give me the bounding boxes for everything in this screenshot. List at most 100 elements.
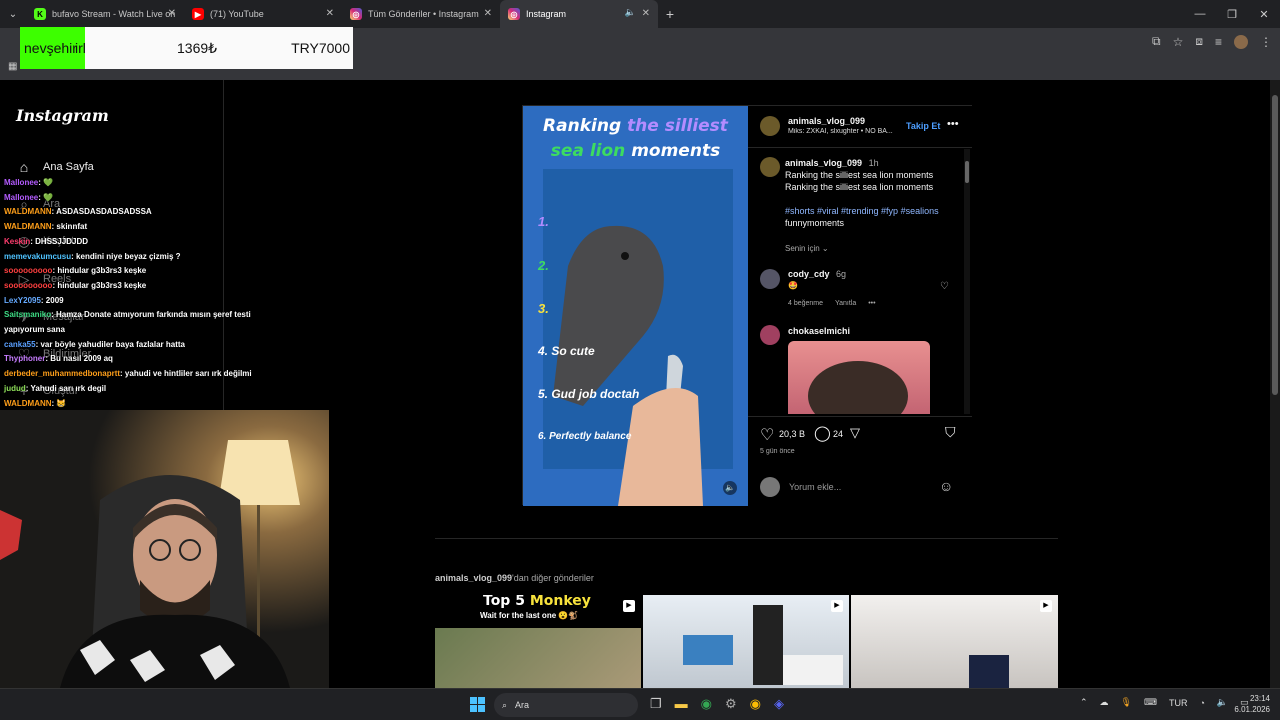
speaker-icon[interactable]: 🔈 <box>625 7 636 18</box>
wifi-icon[interactable]: ◔ <box>1199 698 1204 708</box>
tab-instagram[interactable]: ◎ Instagram 🔈 ✕ <box>500 0 658 28</box>
chat-username[interactable]: WALDMANN <box>4 207 52 216</box>
system-tray: ⌃ ☁ 🎙 ⌨ TUR ◔ 🔈 ▭ <box>1080 697 1249 708</box>
close-icon[interactable]: ✕ <box>642 8 650 19</box>
network-app-icon[interactable]: ☁ <box>1100 697 1109 708</box>
chat-username[interactable]: memevakumcusu <box>4 252 71 261</box>
follow-button[interactable]: Takip Et <box>906 121 940 131</box>
settings-icon[interactable]: ⚙ <box>725 696 737 712</box>
chat-username[interactable]: derbeder_muhammedbonaprtt <box>4 369 120 378</box>
chat-text: : ASDASDASDADSADSSA <box>51 207 152 217</box>
chat-username[interactable]: sooooooooo <box>4 281 52 290</box>
rank-item: 4. So cute <box>538 344 595 358</box>
chat-message: WALDMANN: 😸 <box>4 399 66 408</box>
chevron-up-icon[interactable]: ⌃ <box>1080 697 1088 708</box>
new-tab-button[interactable]: + <box>658 6 682 22</box>
tab-search-button[interactable]: ⌄ <box>0 0 26 28</box>
profile-avatar[interactable] <box>1234 34 1248 49</box>
clock[interactable]: 23:14 6.01.2026 <box>1226 693 1270 715</box>
reading-list-icon[interactable]: ≡ <box>1215 35 1222 49</box>
menu-icon[interactable]: ⋮ <box>1260 35 1272 49</box>
comment-user[interactable]: chokaselmichi <box>788 326 850 336</box>
post-thumbnail[interactable]: ▶ <box>851 595 1058 688</box>
file-explorer-icon[interactable]: ▬ <box>675 696 688 712</box>
comment-icon[interactable]: ◯ <box>814 424 831 442</box>
for-you-toggle[interactable]: Senin için ⌄ <box>785 244 829 253</box>
nav-home[interactable]: ⌂ Ana Sayfa <box>15 158 94 176</box>
task-view-icon[interactable]: ❐ <box>650 696 662 712</box>
apps-grid-icon[interactable]: ▦ <box>8 61 17 72</box>
post-video[interactable]: Ranking the silliest sea lion moments 1.… <box>523 106 748 506</box>
share-icon[interactable]: ▽ <box>850 425 860 441</box>
instagram-logo[interactable]: Instagram <box>16 106 109 125</box>
avatar[interactable] <box>760 269 780 289</box>
chat-username[interactable]: judud <box>4 384 26 393</box>
add-comment-input[interactable]: Yorum ekle... <box>789 482 841 492</box>
taskbar-search[interactable]: ⌕ Ara <box>494 693 638 717</box>
language-indicator[interactable]: TUR <box>1169 698 1188 708</box>
chat-username[interactable]: Thyphoner <box>4 354 45 363</box>
chat-username[interactable]: Mallonee <box>4 193 38 202</box>
chat-username[interactable]: canka55 <box>4 340 36 349</box>
close-icon[interactable]: ✕ <box>326 8 334 19</box>
discord-icon[interactable]: ◈ <box>774 696 784 712</box>
emoji-icon[interactable]: ☺ <box>939 478 953 494</box>
microphone-icon[interactable]: 🎙 <box>1121 697 1132 708</box>
comments-area: animals_vlog_099 1h Ranking the silliest… <box>748 149 972 414</box>
minimize-button[interactable]: — <box>1184 8 1216 21</box>
chrome-icon[interactable]: ◉ <box>701 696 712 712</box>
scrollbar-thumb[interactable] <box>1272 95 1278 395</box>
chat-username[interactable]: LexY2095 <box>4 296 41 305</box>
chat-username[interactable]: WALDMANN <box>4 399 52 408</box>
avatar[interactable] <box>760 157 780 177</box>
comment-likes[interactable]: 4 beğenme <box>788 300 823 307</box>
reply-button[interactable]: Yanıtla <box>835 300 856 307</box>
chat-username[interactable]: Mallonee <box>4 178 38 187</box>
reel-icon: ▶ <box>623 600 635 612</box>
chat-username[interactable]: WALDMANN <box>4 222 52 231</box>
close-icon[interactable]: ✕ <box>484 8 492 19</box>
more-posts-user[interactable]: animals_vlog_099 <box>435 573 512 583</box>
caption-hashtags[interactable]: #shorts #viral #trending #fyp #sealions <box>785 206 939 216</box>
more-posts-label: animals_vlog_099'dan diğer gönderiler <box>435 573 594 583</box>
youtube-icon: ▶ <box>192 8 204 20</box>
comment-options-icon[interactable]: ••• <box>868 300 875 307</box>
keyboard-icon[interactable]: ⌨ <box>1144 697 1157 708</box>
avatar[interactable] <box>760 325 780 345</box>
install-app-icon[interactable]: ⧉ <box>1152 34 1161 49</box>
like-button[interactable]: ♡ <box>760 425 774 445</box>
comment-user[interactable]: cody_cdy <box>788 269 830 279</box>
chat-username[interactable]: Saitsmaniko <box>4 310 51 319</box>
comment-image[interactable] <box>788 341 930 414</box>
caption-line: Ranking the silliest sea lion moments <box>785 170 934 180</box>
post-audio[interactable]: Miks: ZXKAI, slxughter • NO BA... <box>788 128 906 135</box>
post-author[interactable]: animals_vlog_099 <box>788 116 865 126</box>
bookmark-star-icon[interactable]: ☆ <box>1173 35 1184 49</box>
more-options-icon[interactable]: ••• <box>947 118 959 130</box>
save-bookmark-icon[interactable]: ⛉ <box>945 424 956 441</box>
chat-message: canka55: var böyle yahudiler baya fazlal… <box>4 340 185 349</box>
nav-label: Ana Sayfa <box>43 161 94 173</box>
close-icon[interactable]: ✕ <box>168 8 176 19</box>
mute-icon[interactable]: 🔈 <box>723 481 737 495</box>
rank-item: 2. <box>538 258 549 273</box>
close-window-button[interactable]: ✕ <box>1248 8 1280 21</box>
post-thumbnail[interactable]: Top 5 Monkey Wait for the last one 😮🐒 ▶ <box>435 595 641 688</box>
page-scrollbar[interactable] <box>1270 80 1280 688</box>
reel-icon: ▶ <box>831 600 843 612</box>
tab-youtube[interactable]: ▶ (71) YouTube ✕ <box>184 0 342 28</box>
caption-user[interactable]: animals_vlog_099 <box>785 158 862 168</box>
comments-scrollbar[interactable] <box>964 149 970 414</box>
chat-username[interactable]: Keskin <box>4 237 30 246</box>
start-icon[interactable] <box>470 697 485 712</box>
tab-instagram-posts[interactable]: ◎ Tüm Gönderiler • Instagram ✕ <box>342 0 500 28</box>
tab-kick[interactable]: K bufavo Stream - Watch Live on ✕ <box>26 0 184 28</box>
chrome-active-icon[interactable]: ◉ <box>750 696 761 712</box>
comment-like-icon[interactable]: ♡ <box>940 281 949 292</box>
restore-button[interactable]: ❐ <box>1216 8 1248 21</box>
avatar[interactable] <box>760 116 780 136</box>
chat-text: : DHSSJJDJDD <box>30 236 89 246</box>
chat-username[interactable]: sooooooooo <box>4 266 52 275</box>
post-thumbnail[interactable]: ▶ <box>643 595 849 688</box>
extensions-icon[interactable]: ⧈ <box>1195 34 1203 49</box>
